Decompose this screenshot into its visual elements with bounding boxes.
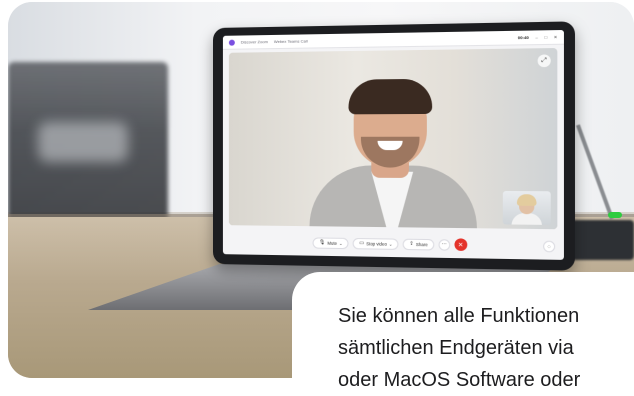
close-button[interactable]: ✕ [554,34,558,39]
chat-icon[interactable]: ◌ [543,240,556,253]
app-title: Discover Zoom [240,39,268,45]
meeting-title: Webex Teams Call [273,38,308,45]
share-icon: ⇪ [409,240,414,248]
self-view-thumbnail[interactable] [502,190,551,225]
end-call-button[interactable]: ✕ [454,238,468,252]
call-controls: 🎙 Mute ⌄ ▭ Stop video ⌄ ⇪ Share ··· ✕ [223,228,564,260]
maximize-button[interactable]: □ [544,34,547,39]
stop-video-button[interactable]: ▭ Stop video ⌄ [353,237,399,250]
chevron-down-icon: ⌄ [388,241,393,247]
minimize-button[interactable]: – [535,35,537,40]
app-logo-icon [228,39,235,46]
device-status-light [608,212,622,218]
more-button[interactable]: ··· [438,238,451,251]
self-view-body [511,212,543,225]
overlay-line-1: Sie können alle Funktionen [338,305,580,327]
overlay-line-3: oder MacOS Software oder [338,369,581,391]
background-blur [38,122,128,162]
chevron-down-icon: ⌄ [339,240,343,246]
meeting-timer: 00:40 [517,34,529,41]
laptop-screen: Discover Zoom Webex Teams Call 00:40 – □… [222,29,564,260]
mute-button[interactable]: 🎙 Mute ⌄ [312,236,349,249]
overlay-text: Sie können alle Funktionen sämtlichen En… [338,300,634,396]
microphone-icon: 🎙 [318,239,326,246]
main-video-feed: ⤢ [228,47,558,230]
laptop-lid: Discover Zoom Webex Teams Call 00:40 – □… [213,21,576,271]
overlay-line-2: sämtlichen Endgeräten via [338,337,574,359]
participant-hair [348,78,433,115]
share-button[interactable]: ⇪ Share [403,238,435,250]
mute-label: Mute [327,240,338,246]
app-titlebar: Discover Zoom Webex Teams Call 00:40 – □… [222,29,564,50]
stop-video-label: Stop video [366,240,387,247]
share-label: Share [415,241,428,247]
video-camera-icon: ▭ [359,240,365,247]
expand-icon[interactable]: ⤢ [537,54,551,68]
self-view-hair [516,194,537,206]
